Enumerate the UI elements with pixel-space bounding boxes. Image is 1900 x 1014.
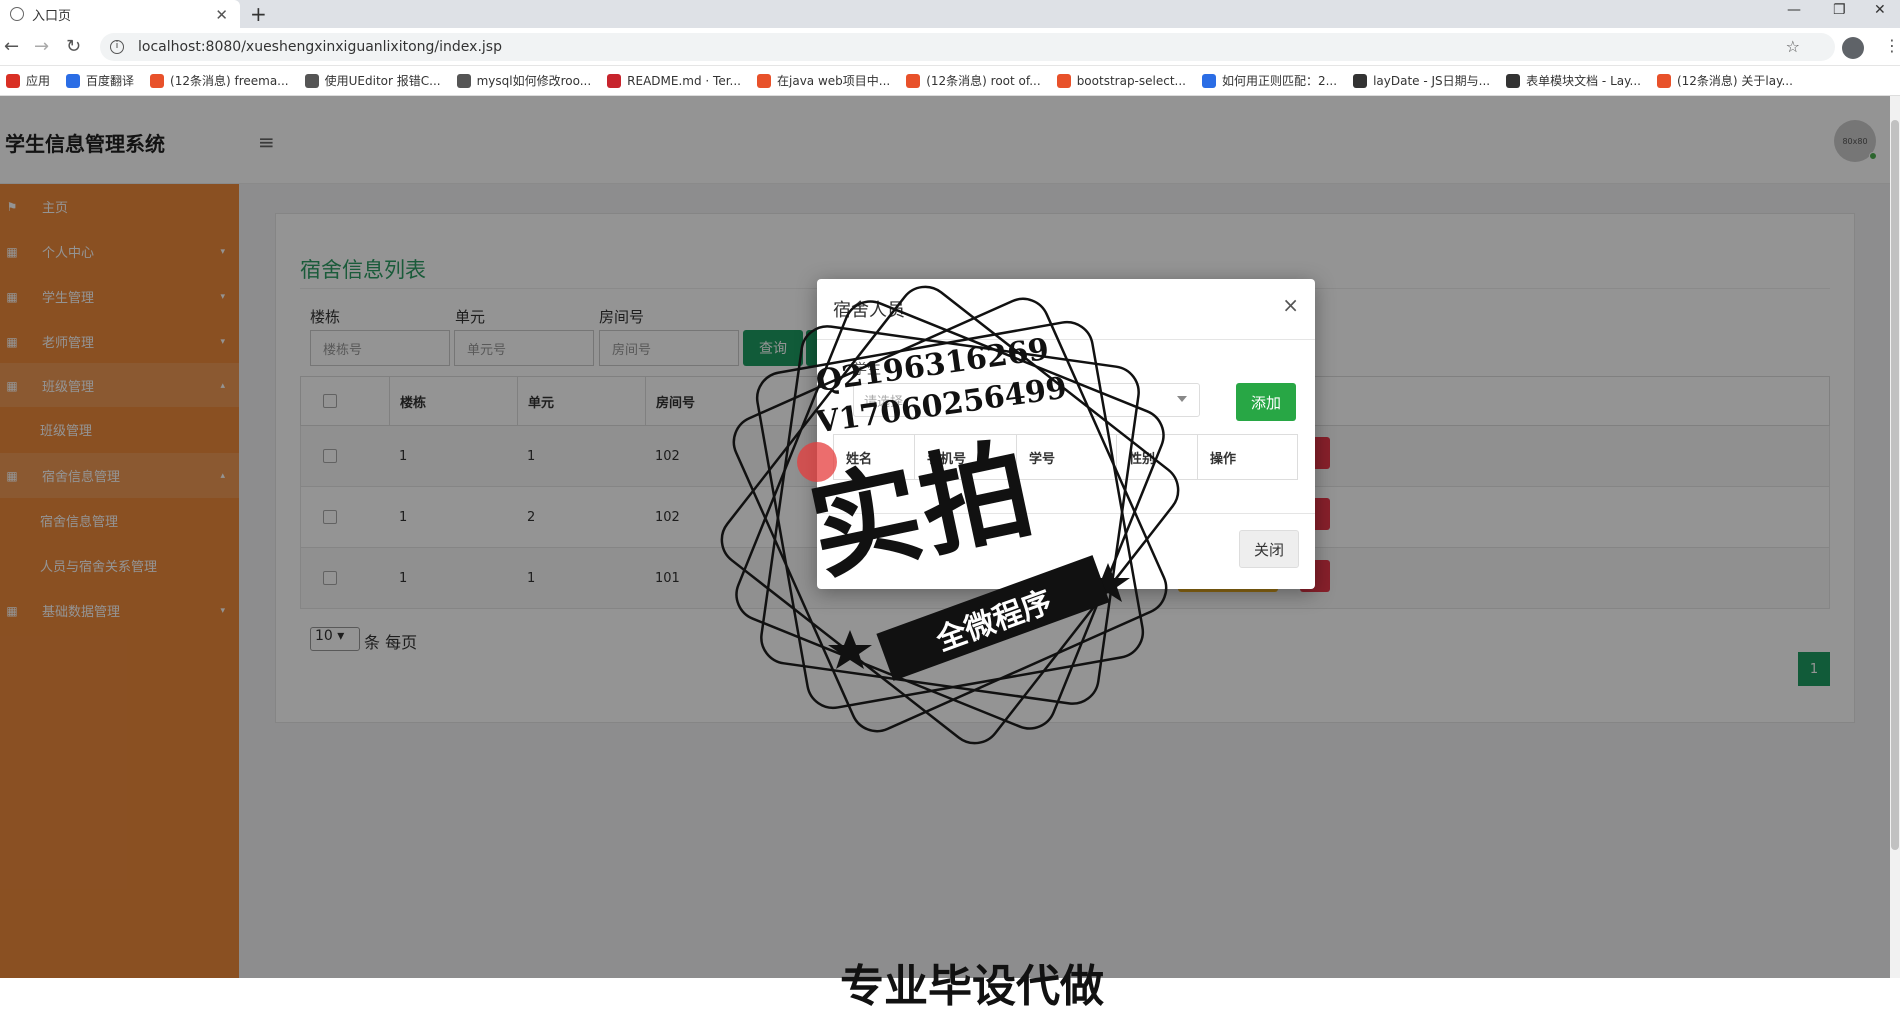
url-text: localhost:8080/xueshengxinxiguanlixitong…	[138, 39, 502, 55]
minimize-icon[interactable]: —	[1787, 2, 1801, 18]
bookmark-item[interactable]: 表单模块文档 - Lay...	[1506, 72, 1641, 89]
bookmarks-bar: 应用 百度翻译 (12条消息) freema... 使用UEditor 报错C... m…	[0, 66, 1900, 96]
account-icon[interactable]	[1842, 37, 1864, 59]
scrollbar-thumb[interactable]	[1891, 120, 1899, 850]
browser-tabbar: 入口页 ✕ + — ❐ ✕	[0, 0, 1900, 28]
bookmark-favicon-icon	[757, 73, 771, 88]
forward-icon[interactable]: →	[34, 36, 49, 57]
browser-menu-icon[interactable]: ⋮	[1884, 36, 1900, 55]
bookmark-favicon-icon	[66, 73, 81, 88]
info-icon[interactable]: i	[110, 40, 124, 54]
bookmark-favicon-icon	[150, 73, 165, 88]
bookmark-favicon-icon	[1506, 73, 1521, 88]
bookmark-favicon-icon	[1353, 73, 1368, 88]
bookmark-favicon-icon	[1056, 73, 1071, 88]
tab-title: 入口页	[32, 8, 72, 24]
bookmark-favicon-icon	[906, 73, 921, 88]
bookmark-star-icon[interactable]: ☆	[1786, 37, 1800, 56]
bookmark-item[interactable]: 使用UEditor 报错C...	[304, 72, 441, 89]
globe-icon	[10, 7, 24, 21]
bookmark-item[interactable]: mysql如何修改roo...	[456, 72, 591, 89]
bookmark-item[interactable]: bootstrap-select...	[1056, 73, 1186, 88]
window-close-icon[interactable]: ✕	[1874, 2, 1886, 18]
back-icon[interactable]: ←	[4, 36, 19, 57]
close-icon[interactable]: ×	[1282, 293, 1299, 317]
reload-icon[interactable]: ↻	[66, 36, 81, 57]
close-button[interactable]: 关闭	[1239, 530, 1299, 568]
bookmark-favicon-icon	[6, 73, 20, 88]
bookmark-item[interactable]: layDate - JS日期与...	[1353, 72, 1490, 89]
bookmark-favicon-icon	[456, 73, 471, 88]
url-input[interactable]: i localhost:8080/xueshengxinxiguanlixito…	[100, 33, 1835, 61]
bookmark-favicon-icon	[607, 73, 622, 88]
restore-icon[interactable]: ❐	[1833, 2, 1846, 18]
bookmark-item[interactable]: (12条消息) 关于lay...	[1656, 72, 1793, 89]
address-bar: ← → ↻ i localhost:8080/xueshengxinxiguan…	[0, 28, 1900, 66]
bookmark-item[interactable]: README.md · Ter...	[607, 73, 741, 88]
bookmark-item[interactable]: 在java web项目中...	[757, 72, 890, 89]
watermark-bottom-text: 专业毕设代做	[840, 961, 1104, 1012]
bookmark-favicon-icon	[1656, 73, 1671, 88]
bookmark-item[interactable]: (12条消息) root of...	[906, 72, 1041, 89]
browser-tab[interactable]: 入口页 ✕	[0, 0, 240, 28]
bookmark-item[interactable]: 应用	[6, 72, 50, 89]
add-student-button[interactable]: 添加	[1236, 383, 1296, 421]
bookmark-item[interactable]: 百度翻译	[66, 72, 134, 89]
bookmark-favicon-icon	[1201, 73, 1216, 88]
tab-close-icon[interactable]: ✕	[215, 6, 228, 24]
bookmark-item[interactable]: 如何用正则匹配：2...	[1201, 72, 1337, 89]
col-actions: 操作	[1210, 451, 1237, 467]
bookmark-favicon-icon	[304, 73, 319, 88]
bookmark-item[interactable]: (12条消息) freema...	[150, 72, 289, 89]
new-tab-button[interactable]: +	[250, 2, 267, 26]
